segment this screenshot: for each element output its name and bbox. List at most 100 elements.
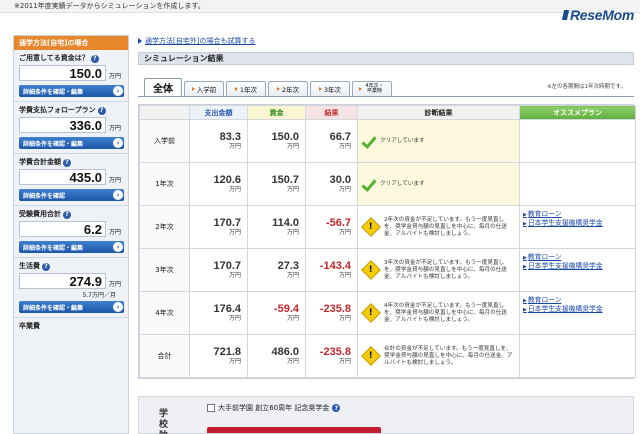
edit-conditions-button[interactable]: 詳細条件を確認・編集 › — [19, 241, 124, 253]
fund-cell: 27.3 万円 — [247, 248, 306, 292]
arrow-right-icon — [191, 87, 195, 91]
fund-cell: 486.0 万円 — [247, 334, 306, 378]
amount-cell: 170.7 万円 — [189, 248, 248, 292]
diagnosis-cell: クリアしています — [357, 162, 520, 206]
help-icon[interactable]: ? — [42, 262, 50, 271]
education-loan-link[interactable]: 教育ローン — [523, 210, 632, 219]
section-title: 卒業費 — [19, 322, 40, 330]
help-icon[interactable]: ? — [90, 54, 99, 63]
checkbox-icon[interactable] — [207, 404, 215, 412]
jasso-scholarship-link[interactable]: 日本学生支援機構奨学金 — [523, 219, 632, 228]
arrow-right-icon: › — [113, 86, 123, 96]
section-follow-plan: 学費支払フォロープラン? 336.0 万円 詳細条件を確認・編集 › — [14, 102, 128, 154]
sidebar-header: 通学方法[自宅]の場合 — [14, 36, 128, 50]
button-label: 詳細条件を確認・編集 — [23, 304, 84, 312]
recommend-cell: 教育ローン日本学生支援機構奨学金 — [519, 205, 636, 249]
tab-before-entry[interactable]: 入学前 — [184, 81, 224, 96]
unit-label: 万円 — [338, 314, 351, 322]
unit-label: 万円 — [286, 314, 299, 322]
header-diagnosis: 診断結果 — [357, 105, 520, 120]
section-tuition-total: 学費合計金額? 435.0 万円 詳細条件を確認 › — [14, 154, 128, 206]
action-button[interactable] — [207, 427, 381, 433]
result-cell: -143.4 万円 — [305, 248, 358, 292]
row-label: 1年次 — [139, 162, 190, 206]
unit-label: 万円 — [286, 142, 299, 150]
tab-overall[interactable]: 全体 — [144, 78, 182, 96]
result-value: 30.0 — [329, 173, 351, 186]
outside-home-link[interactable]: 通学方法[自宅外]の場合も試算する — [138, 36, 255, 46]
diagnosis-text: 2年次の資金が不足しています。もう一度見直しを、奨学金貸与額の見直しを中心に、毎… — [384, 216, 507, 237]
header-amount: 支出金額 — [189, 105, 248, 120]
table-row: 入学前 83.3 万円 150.0 万円 66.7 万円 クリアしています — [139, 119, 636, 163]
section-exam-cost: 受験費用合計? 6.2 万円 詳細条件を確認・編集 › — [14, 206, 128, 258]
help-icon[interactable]: ? — [97, 106, 106, 115]
tab-year-2[interactable]: 2年次 — [268, 81, 308, 96]
unit-label: 万円 — [228, 185, 241, 193]
tab-year-3[interactable]: 3年次 — [310, 81, 350, 96]
jasso-scholarship-link[interactable]: 日本学生支援機構奨学金 — [523, 305, 632, 314]
simulation-header: シミュレーション結果 — [138, 52, 634, 65]
period-tabs: 全体 入学前 1年次 2年次 3年次 4年次・卒業時 — [144, 78, 392, 96]
tab-year-4-graduation[interactable]: 4年次・卒業時 — [352, 81, 392, 96]
recommend-cell: 教育ローン日本学生支援機構奨学金 — [519, 291, 636, 335]
tab-label: 入学前 — [196, 86, 217, 94]
help-icon[interactable]: ? — [63, 210, 71, 219]
value-field: 6.2 — [19, 221, 106, 237]
unit-label: 万円 — [109, 281, 122, 288]
diagnosis-cell: ! 合計の資金が不足しています。もう一度見直しを、奨学金貸与額の見直しを中心に、毎… — [357, 334, 520, 378]
edit-conditions-button[interactable]: 詳細条件を確認・編集 › — [19, 301, 124, 313]
unit-label: 万円 — [286, 185, 299, 193]
help-icon[interactable]: ? — [332, 404, 341, 412]
arrow-right-icon — [358, 87, 362, 91]
diagnosis-text: 合計の資金が不足しています。もう一度見直しを、奨学金貸与額の見直しを中心に、毎月… — [384, 345, 513, 366]
unit-label: 万円 — [228, 314, 241, 322]
fund-value: 150.7 — [271, 173, 299, 186]
result-cell: 30.0 万円 — [305, 162, 358, 206]
logo-mark-icon — [561, 10, 570, 20]
arrow-right-icon — [276, 87, 280, 91]
diagnosis-cell: ! 3年次の資金が不足しています。もう一度見直しを、奨学金貸与額の見直しを中心に、… — [357, 248, 520, 292]
fund-value: 486.0 — [271, 345, 299, 358]
education-loan-link[interactable]: 教育ローン — [523, 296, 632, 305]
value-field: 150.0 — [19, 65, 106, 81]
section-title: 受験費用合計 — [19, 210, 61, 218]
education-loan-link[interactable]: 教育ローン — [523, 253, 632, 262]
arrow-right-icon — [318, 87, 322, 91]
fund-cell: 150.7 万円 — [247, 162, 306, 206]
help-icon[interactable]: ? — [63, 158, 71, 167]
resemom-logo[interactable]: ReseMom — [561, 6, 634, 24]
diagnosis-cell: ! 2年次の資金が不足しています。もう一度見直しを、奨学金貸与額の見直しを中心に、… — [357, 205, 520, 249]
unit-label: 万円 — [338, 228, 351, 236]
edit-conditions-button[interactable]: 詳細条件を確認・編集 › — [19, 137, 124, 149]
scholarship-checkbox[interactable]: 大手前学園 創立60周年 記念奨学金? — [207, 403, 341, 413]
header-fund: 資金 — [247, 105, 306, 120]
unit-label: 万円 — [286, 228, 299, 236]
unit-label: 万円 — [228, 357, 241, 365]
result-cell: 66.7 万円 — [305, 119, 358, 163]
arrow-right-icon: › — [113, 242, 123, 252]
monthly-sub-value: 5.7万円／月 — [82, 292, 116, 299]
amount-cell: 176.4 万円 — [189, 291, 248, 335]
row-label: 合計 — [139, 334, 190, 378]
table-row: 合計 721.8 万円 486.0 万円 -235.8 万円 ! 合計の資金が不足してい… — [139, 334, 636, 378]
unit-label: 万円 — [228, 228, 241, 236]
section-title: 生活費 — [19, 262, 40, 270]
fund-value: -59.4 — [273, 302, 299, 315]
amount-value: 176.4 — [213, 302, 241, 315]
edit-conditions-button[interactable]: 詳細条件を確認・編集 › — [19, 85, 124, 97]
diagnosis-text: 4年次の資金が不足しています。もう一度見直しを、奨学金貸与額の見直しを中心に、毎… — [384, 302, 507, 323]
tab-label: 3年次 — [323, 86, 342, 94]
fund-cell: 150.0 万円 — [247, 119, 306, 163]
amount-cell: 170.7 万円 — [189, 205, 248, 249]
tab-year-1[interactable]: 1年次 — [226, 81, 266, 96]
unit-label: 万円 — [109, 125, 122, 132]
unit-label: 万円 — [228, 142, 241, 150]
jasso-scholarship-link[interactable]: 日本学生支援機構奨学金 — [523, 262, 632, 271]
section-living-cost: 生活費? 274.9 万円 5.7万円／月 詳細条件を確認・編集 › — [14, 258, 128, 318]
view-conditions-button[interactable]: 詳細条件を確認 › — [19, 189, 124, 201]
unit-label: 万円 — [338, 271, 351, 279]
warning-icon: ! — [361, 217, 381, 237]
button-label: 詳細条件を確認・編集 — [23, 88, 84, 96]
diagnosis-cell: クリアしています — [357, 119, 520, 163]
sidebar: 通学方法[自宅]の場合 ご用意してる資金は？? 150.0 万円 詳細条件を確認・… — [13, 35, 129, 434]
